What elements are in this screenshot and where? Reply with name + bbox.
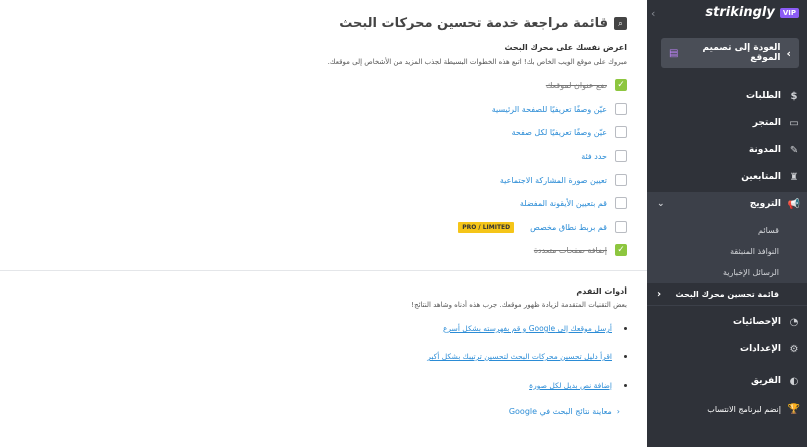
sidebar-subitem-newsletters[interactable]: الرسائل الإخبارية xyxy=(647,262,807,282)
collapse-sidebar-icon[interactable]: › xyxy=(651,7,655,20)
sidebar-item-analytics[interactable]: ◔ الإحصائيات xyxy=(647,310,807,334)
task-label[interactable]: تعيين صورة المشاركة الاجتماعية xyxy=(500,176,607,185)
subitem-label: الرسائل الإخبارية xyxy=(722,267,779,277)
checkbox-icon[interactable] xyxy=(615,221,627,233)
subitem-label: قسائم xyxy=(758,225,779,235)
gear-icon: ⚙ xyxy=(789,343,799,355)
pen-icon: ✎ xyxy=(789,144,799,156)
checkbox-checked-icon[interactable]: ✓ xyxy=(615,244,627,256)
advanced-text: بعض التقنيات المتقدمة لزيادة ظهور موقعك.… xyxy=(411,301,627,309)
pro-limited-badge: PRO / LIMITED xyxy=(458,221,515,233)
advanced-heading: أدوات التقدم xyxy=(576,287,627,296)
task-label[interactable]: عيّن وصفًا تعريفيًا لكل صفحة xyxy=(512,128,607,137)
subitem-label: النوافذ المنبثقة xyxy=(730,246,779,256)
chevron-left-icon: ‹ xyxy=(657,288,662,300)
list-item: أرسل موقعك إلى Google و قم بفهرسته بشكل … xyxy=(443,324,627,333)
team-icon: ◐ xyxy=(789,375,799,387)
google-preview-toggle[interactable]: ‹ معاينة نتائج البحث في Google xyxy=(509,407,620,416)
sidebar-item-label: المدونة xyxy=(748,145,781,155)
section-divider xyxy=(0,270,647,271)
sidebar-item-label: الترويج xyxy=(749,199,781,209)
checkbox-icon[interactable] xyxy=(615,197,627,209)
bullet-dot xyxy=(624,327,627,330)
sidebar-item-orders[interactable]: $ الطلبات xyxy=(647,84,807,108)
alt-text-link[interactable]: إضافة نص بديل لكل صورة xyxy=(529,381,612,390)
task-multiple-pages[interactable]: ✓ إضافة صفحات متعددة xyxy=(534,242,627,258)
pie-chart-icon: ◔ xyxy=(789,316,799,328)
preview-label: معاينة نتائج البحث في Google xyxy=(508,407,612,416)
sidebar-item-promotion[interactable]: 📢 الترويج ⌄ xyxy=(647,192,807,216)
task-set-title[interactable]: ✓ ضع عنوان لموقعك xyxy=(546,77,627,93)
sidebar-item-label: المتابعين xyxy=(741,172,781,182)
task-category[interactable]: حدد فئة xyxy=(581,148,627,164)
sidebar-item-followers[interactable]: ♜ المتابعين xyxy=(647,165,807,189)
checkbox-icon[interactable] xyxy=(615,103,627,115)
checkbox-checked-icon[interactable]: ✓ xyxy=(615,79,627,91)
checkbox-icon[interactable] xyxy=(615,126,627,138)
submit-google-link[interactable]: أرسل موقعك إلى Google و قم بفهرسته بشكل … xyxy=(443,324,612,333)
task-label: ضع عنوان لموقعك xyxy=(545,80,607,90)
back-to-editor-button[interactable]: › العودة إلى تصميم الموقع ▤ xyxy=(661,38,799,68)
megaphone-icon: 📢 xyxy=(787,198,801,210)
dollar-icon: $ xyxy=(790,90,798,102)
task-label[interactable]: عيّن وصفًا تعريفيًا للصفحة الرئيسية xyxy=(492,105,607,114)
task-home-meta[interactable]: عيّن وصفًا تعريفيًا للصفحة الرئيسية xyxy=(492,101,627,117)
task-favicon[interactable]: قم بتعيين الأيقونة المفضلة xyxy=(520,195,627,211)
main-panel: ⌕ قائمة مراجعة خدمة تحسين محركات البحث ا… xyxy=(0,0,647,447)
store-icon: ▭ xyxy=(789,117,799,129)
list-item: اقرأ دليل تحسين محركات البحث لتحسين ترتي… xyxy=(427,352,627,361)
task-page-meta[interactable]: عيّن وصفًا تعريفيًا لكل صفحة xyxy=(512,124,627,140)
task-social-image[interactable]: تعيين صورة المشاركة الاجتماعية xyxy=(500,172,627,188)
document-icon: ▤ xyxy=(669,47,679,59)
sidebar-header: strikingly VIP › xyxy=(647,0,807,28)
sidebar-subitem-popups[interactable]: النوافذ المنبثقة xyxy=(647,241,807,261)
seo-guide-link[interactable]: اقرأ دليل تحسين محركات البحث لتحسين ترتي… xyxy=(427,352,612,361)
sidebar-item-settings[interactable]: ⚙ الإعدادات xyxy=(647,337,807,361)
chevron-left-icon: ‹ xyxy=(616,407,620,416)
task-label[interactable]: حدد فئة xyxy=(581,152,607,161)
followers-icon: ♜ xyxy=(789,171,799,183)
chevron-down-icon: ⌄ xyxy=(657,199,665,209)
seo-search-icon: ⌕ xyxy=(614,17,627,30)
sidebar-item-label: الإحصائيات xyxy=(733,317,781,327)
intro-heading: اعرض نفسك على محرك البحث xyxy=(504,43,627,52)
page-title: قائمة مراجعة خدمة تحسين محركات البحث xyxy=(339,16,608,31)
back-button-label: العودة إلى تصميم الموقع xyxy=(702,43,781,63)
sidebar-item-blog[interactable]: ✎ المدونة xyxy=(647,138,807,162)
checkbox-icon[interactable] xyxy=(615,174,627,186)
bullet-dot xyxy=(624,384,627,387)
sidebar: strikingly VIP › › العودة إلى تصميم المو… xyxy=(647,0,807,447)
sidebar-item-label: الفريق xyxy=(750,376,781,386)
task-custom-domain[interactable]: قم بربط نطاق مخصص PRO / LIMITED xyxy=(458,219,627,235)
sidebar-item-label: المتجر xyxy=(752,118,781,128)
page-title-row: ⌕ قائمة مراجعة خدمة تحسين محركات البحث xyxy=(339,16,627,31)
logo-text: strikingly xyxy=(705,5,775,20)
task-label[interactable]: قم بربط نطاق مخصص xyxy=(530,223,607,232)
chevron-right-icon: › xyxy=(786,46,791,60)
task-label[interactable]: قم بتعيين الأيقونة المفضلة xyxy=(520,199,607,208)
bullet-dot xyxy=(624,355,627,358)
sidebar-item-team[interactable]: ◐ الفريق xyxy=(647,369,807,393)
sidebar-item-label: إنضم لبرنامج الانتساب xyxy=(707,404,781,414)
sidebar-subitem-seo-checklist[interactable]: قائمة تحسين محرك البحث ‹ xyxy=(647,283,807,305)
checkbox-icon[interactable] xyxy=(615,150,627,162)
sidebar-item-affiliate[interactable]: 🏆 إنضم لبرنامج الانتساب xyxy=(647,397,807,421)
task-label: إضافة صفحات متعددة xyxy=(533,245,607,255)
intro-text: مبروك على موقع الويب الخاص بك! اتبع هذه … xyxy=(327,58,627,66)
vip-badge: VIP xyxy=(779,7,799,18)
list-item: إضافة نص بديل لكل صورة xyxy=(529,381,627,390)
sidebar-item-store[interactable]: ▭ المتجر xyxy=(647,111,807,135)
sidebar-item-label: الإعدادات xyxy=(740,344,781,354)
sidebar-subitem-coupons[interactable]: قسائم xyxy=(647,220,807,240)
subitem-label: قائمة تحسين محرك البحث xyxy=(675,289,779,299)
trophy-icon: 🏆 xyxy=(787,403,801,415)
sidebar-item-label: الطلبات xyxy=(745,91,781,101)
brand-logo[interactable]: strikingly VIP xyxy=(705,5,799,20)
